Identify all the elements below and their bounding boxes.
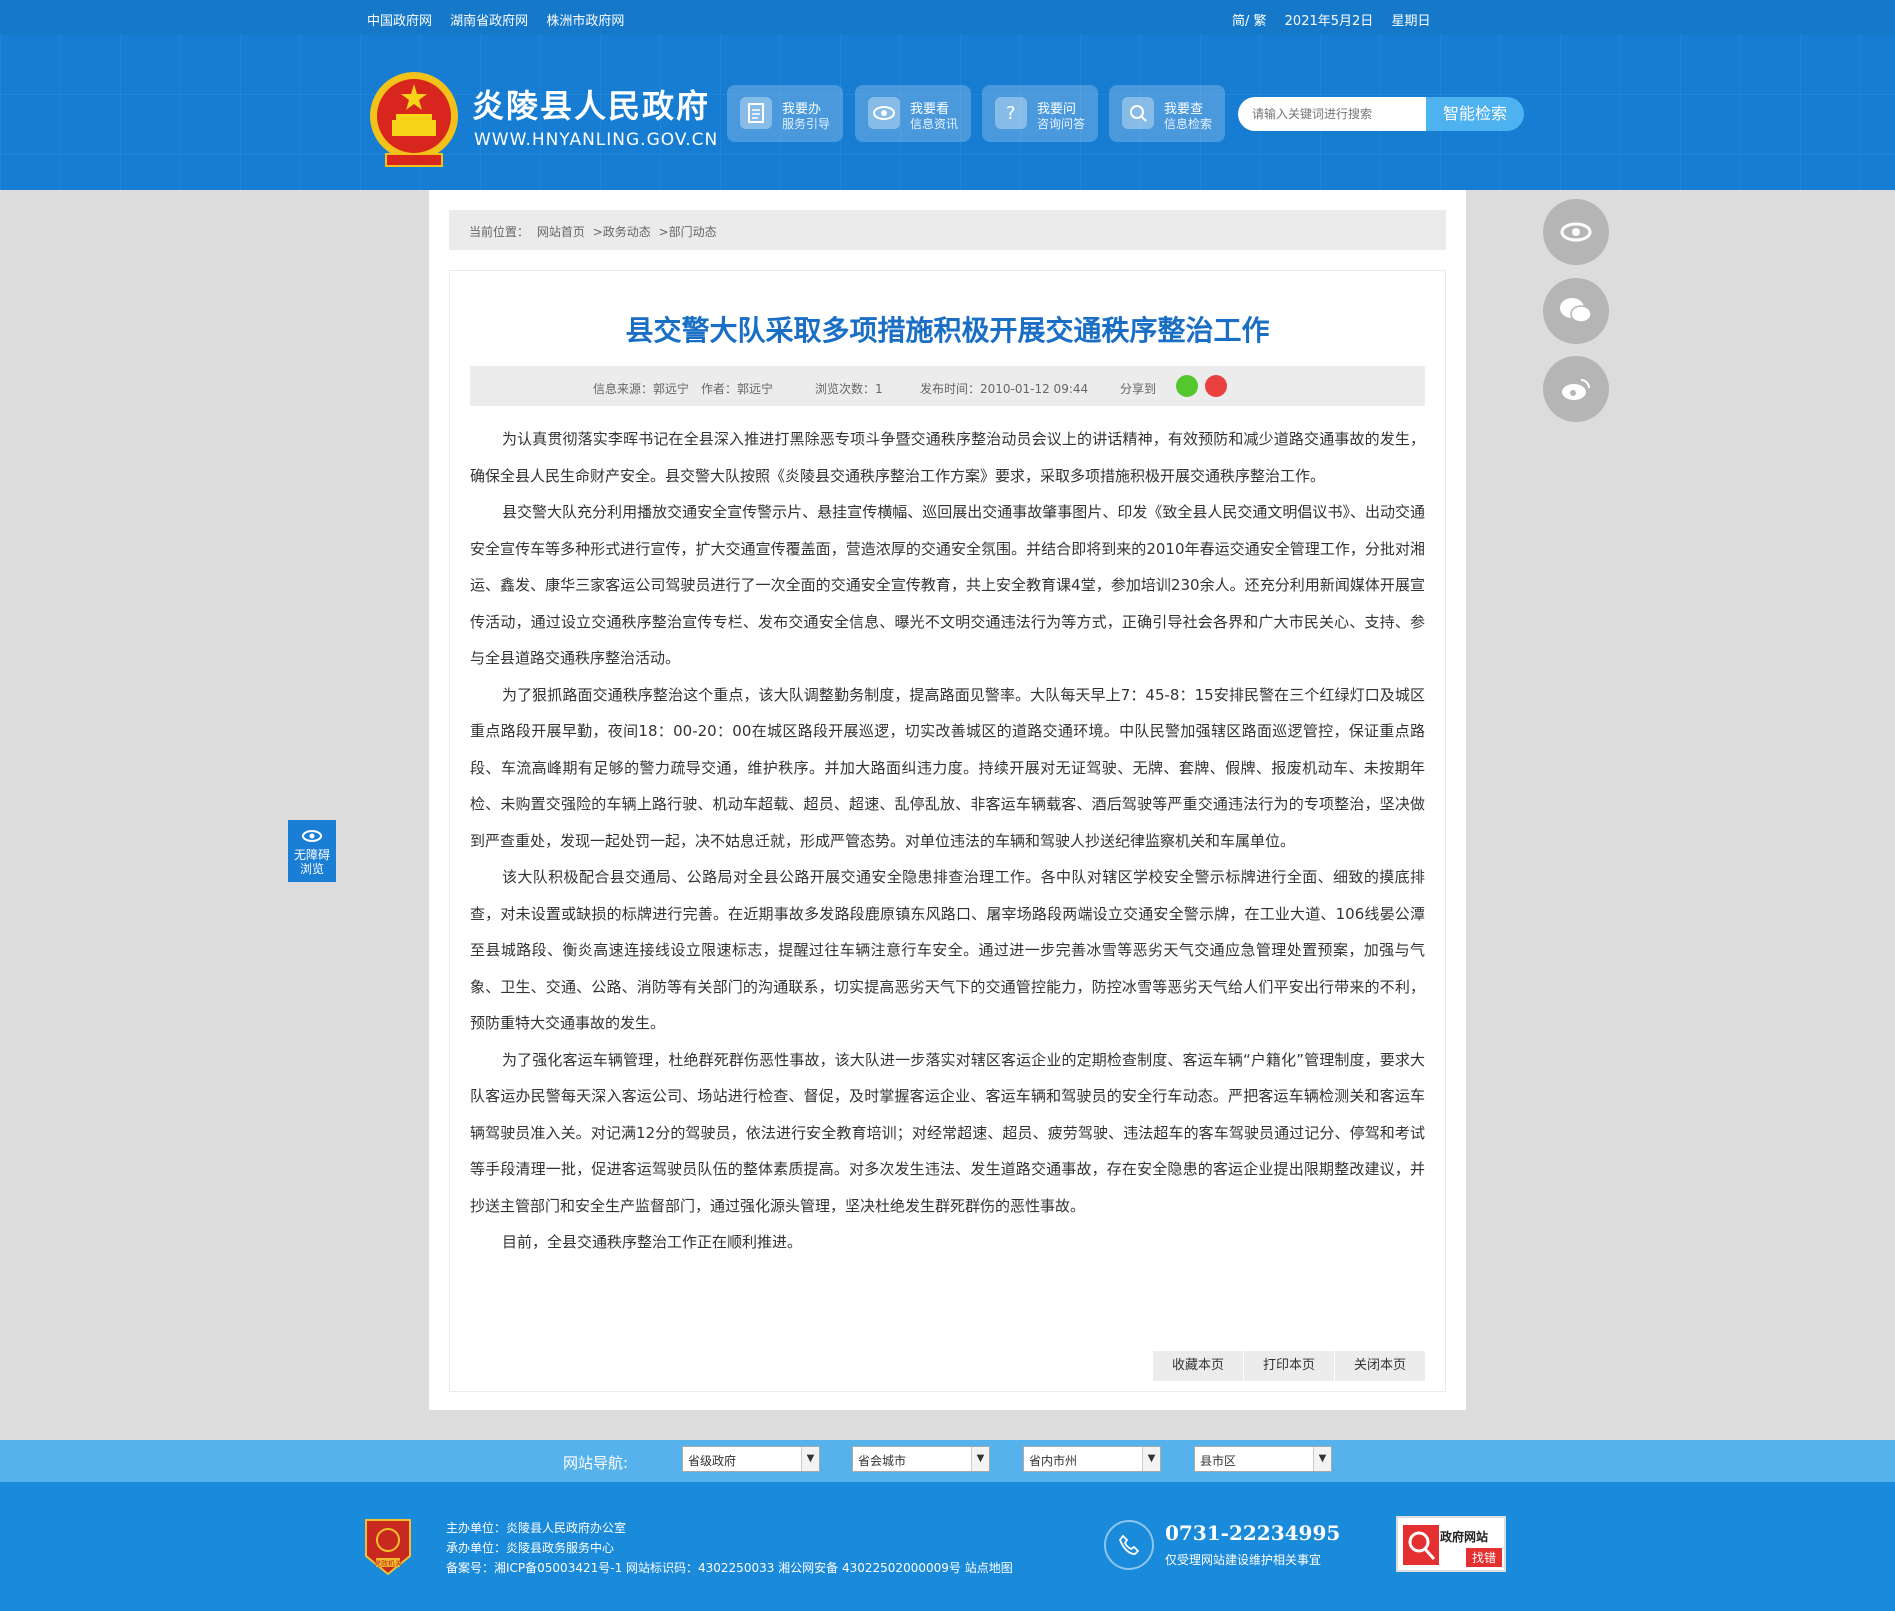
main-content: 当前位置： 网站首页 >政务动态 >部门动态 县交警大队采取多项措施积极开展交通… [429, 190, 1466, 1410]
topbar-right: 简/ 繁 2021年5月2日 星期日 [1232, 10, 1444, 29]
article: 县交警大队采取多项措施积极开展交通秩序整治工作 信息来源：郭远宁 作者：郭远宁 … [449, 270, 1446, 1392]
select-value: 省内市州 [1029, 1454, 1078, 1468]
paragraph: 县交警大队充分利用播放交通安全宣传警示片、悬挂宣传横幅、巡回展出交通事故肇事图片… [470, 503, 1425, 667]
meta-views: 浏览次数：1 [815, 382, 883, 396]
article-meta: 信息来源：郭远宁 作者：郭远宁 浏览次数：1 发布时间：2010-01-12 0… [470, 366, 1425, 406]
search-icon [1122, 97, 1154, 129]
paragraph: 为了狠抓路面交通秩序整治这个重点，该大队调整勤务制度，提高路面见警率。大队每天早… [470, 685, 1425, 850]
footer-host: 主办单位：炎陵县人民政府办公室 [446, 1521, 627, 1535]
breadcrumb-label: 当前位置： [469, 225, 530, 239]
gov-site-error-report-button[interactable]: 政府网站 找错 [1396, 1516, 1506, 1572]
weibo-icon [1562, 379, 1590, 400]
accessibility-line1: 无障碍 [293, 848, 330, 862]
info-news-sub: 信息资讯 [910, 117, 959, 131]
footer-organizer: 承办单位：炎陵县政务服务中心 [446, 1541, 615, 1555]
site-url: WWW.HNYANLING.GOV.CN [474, 130, 719, 150]
select-value: 县市区 [1200, 1454, 1237, 1468]
chevron-down-icon: ▼ [801, 1447, 819, 1471]
paragraph: 为认真贯彻落实李晖书记在全县深入推进打黑除恶专项斗争暨交通秩序整治动员会议上的讲… [470, 430, 1425, 485]
print-button[interactable]: 打印本页 [1244, 1351, 1334, 1381]
footer-record[interactable]: 备案号：湘ICP备05003421号-1 网站标识码：4302250033 湘公… [446, 1558, 1013, 1578]
footer-nav-label: 网站导航: [563, 1454, 629, 1472]
select-capital-city[interactable]: 省会城市 ▼ [852, 1446, 990, 1472]
weibo-share-icon[interactable] [1205, 375, 1227, 397]
smart-search-button[interactable]: 智能检索 [1426, 97, 1524, 131]
svg-text:?: ? [1006, 103, 1016, 123]
national-emblem-icon [370, 72, 458, 167]
meta-source: 信息来源：郭远宁 [593, 382, 690, 396]
party-gov-logo-icon[interactable]: 党政机关 [362, 1516, 414, 1578]
select-city-state[interactable]: 省内市州 ▼ [1023, 1446, 1161, 1472]
consult-qa-sub: 咨询问答 [1037, 117, 1086, 131]
link-central-gov[interactable]: 中国政府网 [367, 14, 432, 29]
wechat-share-icon[interactable] [1176, 375, 1198, 397]
float-eye-button[interactable] [1543, 199, 1609, 265]
chevron-down-icon: ▼ [1142, 1447, 1160, 1471]
site-header: 炎陵县人民政府 WWW.HNYANLING.GOV.CN 我要办 服务引导 我要… [0, 35, 1895, 190]
float-wechat-button[interactable] [1543, 278, 1609, 344]
search-input[interactable] [1238, 97, 1426, 131]
phone-icon [1104, 1520, 1154, 1570]
chevron-down-icon: ▼ [971, 1447, 989, 1471]
article-actions: 收藏本页 打印本页 关闭本页 [1152, 1351, 1425, 1381]
info-news-button[interactable]: 我要看 信息资讯 [855, 85, 971, 142]
gov-links: 中国政府网 湖南省政府网 株洲市政府网 [367, 10, 638, 29]
error-report-title: 政府网站 [1440, 1530, 1489, 1544]
breadcrumb-dept[interactable]: >部门动态 [659, 225, 717, 239]
link-zhuzhou-gov[interactable]: 株洲市政府网 [546, 14, 624, 29]
site-title[interactable]: 炎陵县人民政府 [472, 81, 710, 127]
question-icon: ? [995, 97, 1027, 129]
select-value: 省级政府 [688, 1454, 737, 1468]
consult-qa-button[interactable]: ? 我要问 咨询问答 [982, 85, 1098, 142]
select-province-gov[interactable]: 省级政府 ▼ [682, 1446, 820, 1472]
top-bar: 中国政府网 湖南省政府网 株洲市政府网 简/ 繁 2021年5月2日 星期日 [0, 0, 1895, 35]
footer-info: 主办单位：炎陵县人民政府办公室 承办单位：炎陵县政务服务中心 备案号：湘ICP备… [446, 1518, 1013, 1578]
paragraph: 该大队积极配合县交通局、公路局对全县公路开展交通安全隐患排查治理工作。各中队对辖… [470, 868, 1425, 1032]
accessibility-button[interactable]: 无障碍 浏览 [288, 820, 336, 882]
current-weekday: 星期日 [1391, 14, 1431, 29]
select-county-district[interactable]: 县市区 ▼ [1194, 1446, 1332, 1472]
breadcrumb-home[interactable]: 网站首页 [537, 225, 585, 239]
close-page-button[interactable]: 关闭本页 [1335, 1351, 1425, 1381]
service-guide-button[interactable]: 我要办 服务引导 [727, 85, 843, 142]
meta-author: 作者：郭远宁 [701, 382, 774, 396]
info-search-sub: 信息检索 [1164, 117, 1213, 131]
document-icon [740, 97, 772, 129]
eye-icon [1560, 222, 1592, 242]
lang-switch[interactable]: 简/ 繁 [1232, 14, 1267, 29]
chevron-down-icon: ▼ [1313, 1447, 1331, 1471]
eye-icon [302, 830, 322, 842]
breadcrumb: 当前位置： 网站首页 >政务动态 >部门动态 [449, 210, 1446, 250]
paragraph: 目前，全县交通秩序整治工作正在顺利推进。 [502, 1233, 803, 1251]
footer-phone-note: 仅受理网站建设维护相关事宜 [1165, 1553, 1322, 1567]
select-value: 省会城市 [858, 1454, 907, 1468]
logo-text: 党政机关 [374, 1559, 402, 1568]
breadcrumb-news[interactable]: >政务动态 [593, 225, 651, 239]
footer-nav: 网站导航: 省级政府 ▼ 省会城市 ▼ 省内市州 ▼ 县市区 ▼ [0, 1440, 1895, 1482]
current-date: 2021年5月2日 [1284, 14, 1374, 29]
wechat-icon [1560, 298, 1592, 323]
paragraph: 为了强化客运车辆管理，杜绝群死群伤恶性事故，该大队进一步落实对辖区客运企业的定期… [470, 1050, 1425, 1215]
site-footer: 党政机关 主办单位：炎陵县人民政府办公室 承办单位：炎陵县政务服务中心 备案号：… [0, 1482, 1895, 1611]
float-weibo-button[interactable] [1543, 356, 1609, 422]
magnifier-icon [1403, 1525, 1439, 1565]
accessibility-line2: 浏览 [299, 862, 324, 876]
error-report-label: 找错 [1466, 1548, 1503, 1567]
service-guide-sub: 服务引导 [782, 117, 831, 131]
meta-share-label: 分享到 [1120, 382, 1157, 396]
footer-phone: 0731-22234995 [1165, 1521, 1341, 1545]
article-body: 为认真贯彻落实李晖书记在全县深入推进打黑除恶专项斗争暨交通秩序整治动员会议上的讲… [470, 421, 1425, 1261]
article-title: 县交警大队采取多项措施积极开展交通秩序整治工作 [625, 314, 1270, 347]
info-search-button[interactable]: 我要查 信息检索 [1109, 85, 1225, 142]
link-hunan-gov[interactable]: 湖南省政府网 [450, 14, 528, 29]
bookmark-button[interactable]: 收藏本页 [1153, 1351, 1243, 1381]
meta-published: 发布时间：2010-01-12 09:44 [920, 382, 1089, 396]
eye-icon [868, 97, 900, 129]
